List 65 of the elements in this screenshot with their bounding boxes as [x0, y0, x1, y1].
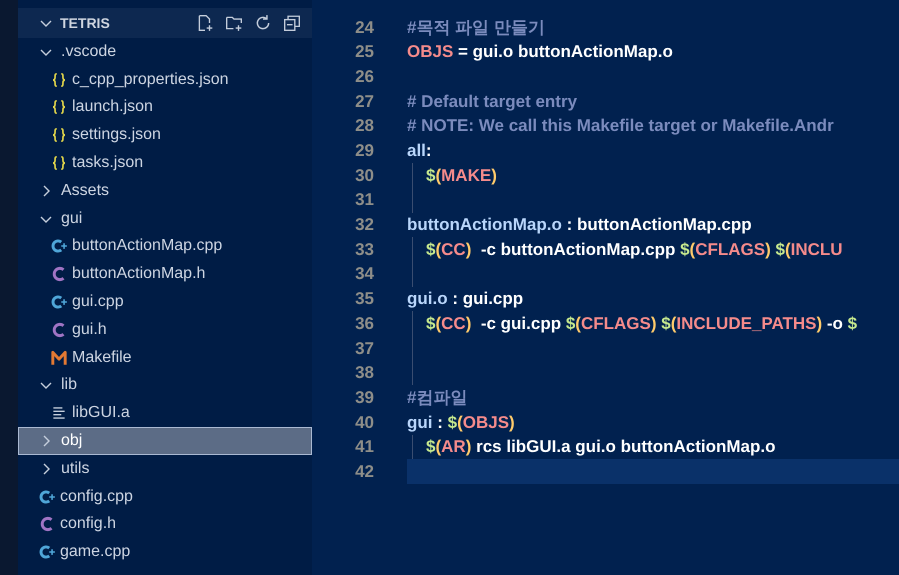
c-plus-icon [50, 293, 68, 312]
folder-item[interactable]: gui [18, 204, 312, 233]
folder-item[interactable]: obj [18, 427, 312, 455]
code-line: $(CC) -c buttonActionMap.cpp $(CFLAGS) $(INCLU [426, 238, 843, 261]
line-number: 34 [354, 263, 374, 286]
file-item[interactable]: tasks.json [18, 149, 312, 177]
line-number: 39 [354, 386, 374, 409]
line-number: 33 [354, 238, 374, 261]
code-line: #컴파일 [407, 386, 468, 409]
file-item[interactable]: libGUI.a [18, 399, 312, 428]
c-plus-icon [38, 543, 56, 562]
code-line: #목적 파일 만들기 [407, 16, 545, 39]
braces-icon [50, 154, 68, 172]
collapse-all-icon[interactable] [283, 14, 301, 32]
file-item[interactable]: config.h [18, 510, 312, 538]
folder-item[interactable]: .vscode [18, 38, 312, 66]
m-letter-icon [50, 348, 68, 367]
code-line: # Default target entry [407, 90, 578, 113]
line-number: 40 [354, 412, 374, 434]
refresh-icon[interactable] [254, 14, 272, 32]
file-item[interactable]: Makefile [18, 344, 312, 372]
line-number: 41 [354, 436, 374, 458]
line-number: 26 [354, 66, 374, 88]
file-item[interactable]: buttonActionMap.cpp [18, 232, 312, 260]
code-line: gui.o : gui.cpp [407, 288, 524, 310]
file-item[interactable]: launch.json [18, 94, 312, 122]
c-plus-icon [50, 237, 68, 256]
folder-item[interactable]: utils [18, 454, 312, 483]
code-line: $(MAKE) [426, 164, 497, 187]
braces-icon [50, 98, 68, 116]
line-number: 37 [354, 338, 374, 360]
line-number: 32 [354, 214, 374, 236]
code-line: $(AR) rcs libGUI.a gui.o buttonActionMap.o [426, 436, 776, 458]
file-item[interactable]: config.cpp [18, 482, 312, 511]
file-item[interactable]: settings.json [18, 121, 312, 150]
code-line: buttonActionMap.o : buttonActionMap.cpp [407, 214, 752, 236]
file-item[interactable]: game.cpp [18, 538, 312, 566]
line-number: 25 [354, 41, 374, 64]
folder-item[interactable]: Assets [18, 176, 312, 205]
line-number: 36 [354, 312, 374, 335]
line-number: 31 [354, 189, 374, 212]
braces-icon [50, 70, 68, 89]
folder-item[interactable]: lib [18, 372, 312, 400]
line-number: 38 [354, 362, 374, 384]
code-line: OBJS = gui.o buttonActionMap.o [407, 41, 673, 64]
section-title[interactable]: TETRIS [60, 12, 110, 34]
code-line: # NOTE: We call this Makefile target or Makefile.Andr [407, 115, 834, 138]
file-item[interactable]: gui.cpp [18, 288, 312, 316]
file-item[interactable]: c_cpp_properties.json [18, 66, 312, 94]
braces-icon [50, 126, 68, 144]
code-line: all: [407, 140, 432, 162]
line-number: 42 [354, 460, 374, 483]
line-number: 30 [354, 164, 374, 187]
line-number: 28 [354, 115, 374, 138]
file-item[interactable]: gui.h [18, 316, 312, 344]
line-number: 35 [354, 288, 374, 310]
line-number: 29 [354, 140, 374, 162]
file-item[interactable]: buttonActionMap.h [18, 260, 312, 288]
new-file-icon[interactable] [196, 14, 214, 32]
code-line: $(CC) -c gui.cpp $(CFLAGS) $(INCLUDE_PATHS) -o $ [426, 312, 858, 335]
c-plus-icon [38, 488, 56, 506]
line-number: 27 [354, 90, 374, 113]
code-line: gui : $(OBJS) [407, 412, 515, 434]
line-number: 24 [354, 16, 374, 39]
new-folder-icon[interactable] [225, 14, 243, 32]
